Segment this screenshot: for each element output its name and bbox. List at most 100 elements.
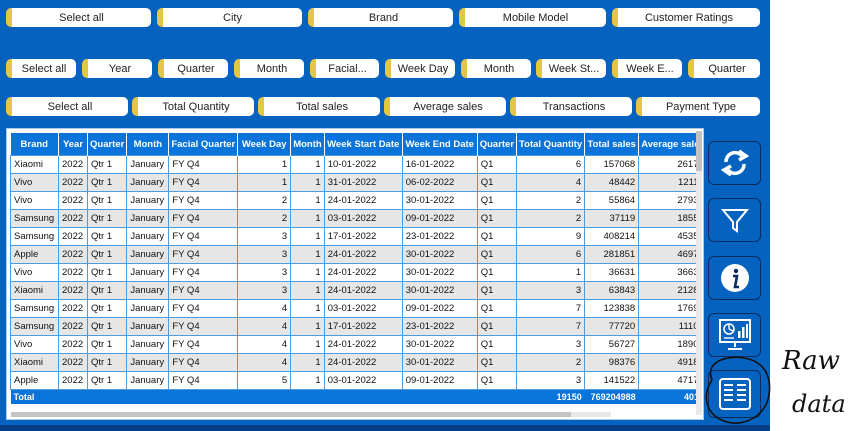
table-cell: January xyxy=(126,335,170,354)
table-row[interactable]: Samsung 2022 Qtr 1 January FY Q4 4 1 17-01-2022… xyxy=(10,317,703,336)
slicer-week-day[interactable]: Week Day xyxy=(385,59,455,78)
table-cell: 2 xyxy=(516,209,586,228)
slicer-customer-ratings[interactable]: Customer Ratings xyxy=(612,8,760,27)
table-row[interactable]: Samsung 2022 Qtr 1 January FY Q4 4 1 03-01-2022… xyxy=(10,299,703,318)
table-cell: 63843 xyxy=(584,281,640,300)
slicer-quarter-2[interactable]: Quarter xyxy=(688,59,760,78)
table-cell: 2022 xyxy=(58,227,88,246)
slicer-month[interactable]: Month xyxy=(234,59,304,78)
table-row[interactable]: Vivo 2022 Qtr 1 January FY Q4 4 1 24-01-2022 30-… xyxy=(10,335,703,354)
table-cell: Qtr 1 xyxy=(86,353,128,372)
slicer-label: Total Quantity xyxy=(162,100,230,113)
table-cell: Qtr 1 xyxy=(86,335,128,354)
table-row[interactable]: Apple 2022 Qtr 1 January FY Q4 5 1 03-01-2022 09… xyxy=(10,371,703,390)
table-cell: FY Q4 xyxy=(168,335,239,354)
slicer-payment-type[interactable]: Payment Type xyxy=(636,97,760,116)
table-row[interactable]: Vivo 2022 Qtr 1 January FY Q4 2 1 24-01-2022 30-… xyxy=(10,191,703,210)
info-button[interactable] xyxy=(708,256,761,300)
slicer-city[interactable]: City xyxy=(157,8,302,27)
table-cell: 4 xyxy=(516,173,586,192)
table-cell: Q1 xyxy=(476,155,518,174)
slicer-total-quantity[interactable]: Total Quantity xyxy=(132,97,254,116)
table-row[interactable]: Samsung 2022 Qtr 1 January FY Q4 2 1 03-01-2022… xyxy=(10,209,703,228)
table-cell: 30-01-2022 xyxy=(401,245,478,264)
column-header[interactable]: Year xyxy=(58,133,88,156)
column-header[interactable]: Week Day xyxy=(237,133,292,156)
column-header[interactable]: Quarter xyxy=(87,133,128,156)
slicer-week-end[interactable]: Week E... xyxy=(612,59,682,78)
table-cell: 2022 xyxy=(58,263,88,282)
table-cell: 56727 xyxy=(584,335,640,354)
table-row[interactable]: Xiaomi 2022 Qtr 1 January FY Q4 3 1 24-01-2022 3… xyxy=(10,281,703,300)
table-cell: 3 xyxy=(516,281,586,300)
slicer-label: Month xyxy=(256,62,288,75)
filter-button[interactable] xyxy=(708,198,761,242)
slicer-select-all-2[interactable]: Select all xyxy=(6,59,76,78)
table-cell: 1110 xyxy=(638,317,703,336)
table-cell: 4 xyxy=(237,353,292,372)
slicer-month-2[interactable]: Month xyxy=(461,59,531,78)
slicer-select-all-3[interactable]: Select all xyxy=(6,97,128,116)
column-header[interactable]: Week Start Date xyxy=(324,133,403,156)
column-header[interactable]: Brand xyxy=(10,133,59,156)
dashboard-button[interactable] xyxy=(708,313,761,357)
refresh-button[interactable] xyxy=(708,141,761,185)
table-row[interactable]: Vivo 2022 Qtr 1 January FY Q4 1 1 31-01-2022 06-… xyxy=(10,173,703,192)
table-row[interactable]: Samsung 2022 Qtr 1 January FY Q4 3 1 17-01-2022… xyxy=(10,227,703,246)
table-row[interactable]: Apple 2022 Qtr 1 January FY Q4 3 1 24-01-2022 30… xyxy=(10,245,703,264)
table-cell: Qtr 1 xyxy=(86,227,128,246)
table-row[interactable]: Xiaomi 2022 Qtr 1 January FY Q4 1 1 10-01-2022 1… xyxy=(10,155,703,174)
vertical-scrollbar[interactable] xyxy=(696,131,702,415)
slicer-quarter[interactable]: Quarter xyxy=(158,59,228,78)
slicer-label: Brand xyxy=(368,11,399,24)
raw-data-icon xyxy=(718,378,751,410)
table-cell: 4535 xyxy=(638,227,703,246)
column-header[interactable]: Month xyxy=(290,133,325,156)
slicer-brand[interactable]: Brand xyxy=(308,8,453,27)
table-cell: Q1 xyxy=(476,173,518,192)
slicer-label: Month xyxy=(483,62,515,75)
table-cell: 5 xyxy=(237,371,292,390)
slicer-average-sales[interactable]: Average sales xyxy=(384,97,506,116)
column-header[interactable]: Total sales xyxy=(584,133,640,156)
table-cell: Apple xyxy=(10,371,59,390)
scroll-thumb[interactable] xyxy=(696,131,702,171)
column-header[interactable]: Month xyxy=(126,133,170,156)
table-cell: 7 xyxy=(516,299,586,318)
slicer-label: Year xyxy=(108,62,132,75)
table-cell: Qtr 1 xyxy=(86,173,128,192)
total-cell xyxy=(237,389,291,404)
slicer-week-start[interactable]: Week St... xyxy=(536,59,606,78)
slicer-label: City xyxy=(223,11,242,24)
slicer-year[interactable]: Year xyxy=(82,59,152,78)
table-cell: 3 xyxy=(237,281,292,300)
slicer-total-sales[interactable]: Total sales xyxy=(258,97,380,116)
table-cell: Q1 xyxy=(476,371,518,390)
slicer-facial-quarter[interactable]: Facial... xyxy=(310,59,379,78)
column-header[interactable]: Total Quantity xyxy=(516,133,586,156)
table-row[interactable]: Vivo 2022 Qtr 1 January FY Q4 3 1 24-01-2022 30-… xyxy=(10,263,703,282)
table-cell: Vivo xyxy=(10,191,59,210)
slicer-label: Customer Ratings xyxy=(644,11,734,24)
column-header[interactable]: Facial Quarter xyxy=(168,133,239,156)
horizontal-scrollbar[interactable] xyxy=(11,412,611,417)
table-cell: January xyxy=(126,173,170,192)
slicer-select-all-1[interactable]: Select all xyxy=(6,8,151,27)
table-cell: 1769 xyxy=(638,299,703,318)
raw-data-button[interactable] xyxy=(708,370,761,418)
scroll-thumb[interactable] xyxy=(11,412,571,417)
table-cell: 30-01-2022 xyxy=(401,281,478,300)
table-row[interactable]: Xiaomi 2022 Qtr 1 January FY Q4 4 1 24-01-2022 3… xyxy=(10,353,703,372)
table-cell: 1 xyxy=(290,263,325,282)
total-cell xyxy=(324,389,403,404)
slicer-transactions[interactable]: Transactions xyxy=(510,97,632,116)
slicer-label: Total sales xyxy=(296,100,348,113)
table-cell: 4 xyxy=(237,335,292,354)
slicer-mobile-model[interactable]: Mobile Model xyxy=(459,8,606,27)
table-cell: Qtr 1 xyxy=(86,263,128,282)
column-header[interactable]: Average sale xyxy=(638,133,703,156)
column-header[interactable]: Quarter xyxy=(477,133,518,156)
table-cell: 1855 xyxy=(638,209,703,228)
table-cell: Qtr 1 xyxy=(86,317,128,336)
column-header[interactable]: Week End Date xyxy=(402,133,478,156)
